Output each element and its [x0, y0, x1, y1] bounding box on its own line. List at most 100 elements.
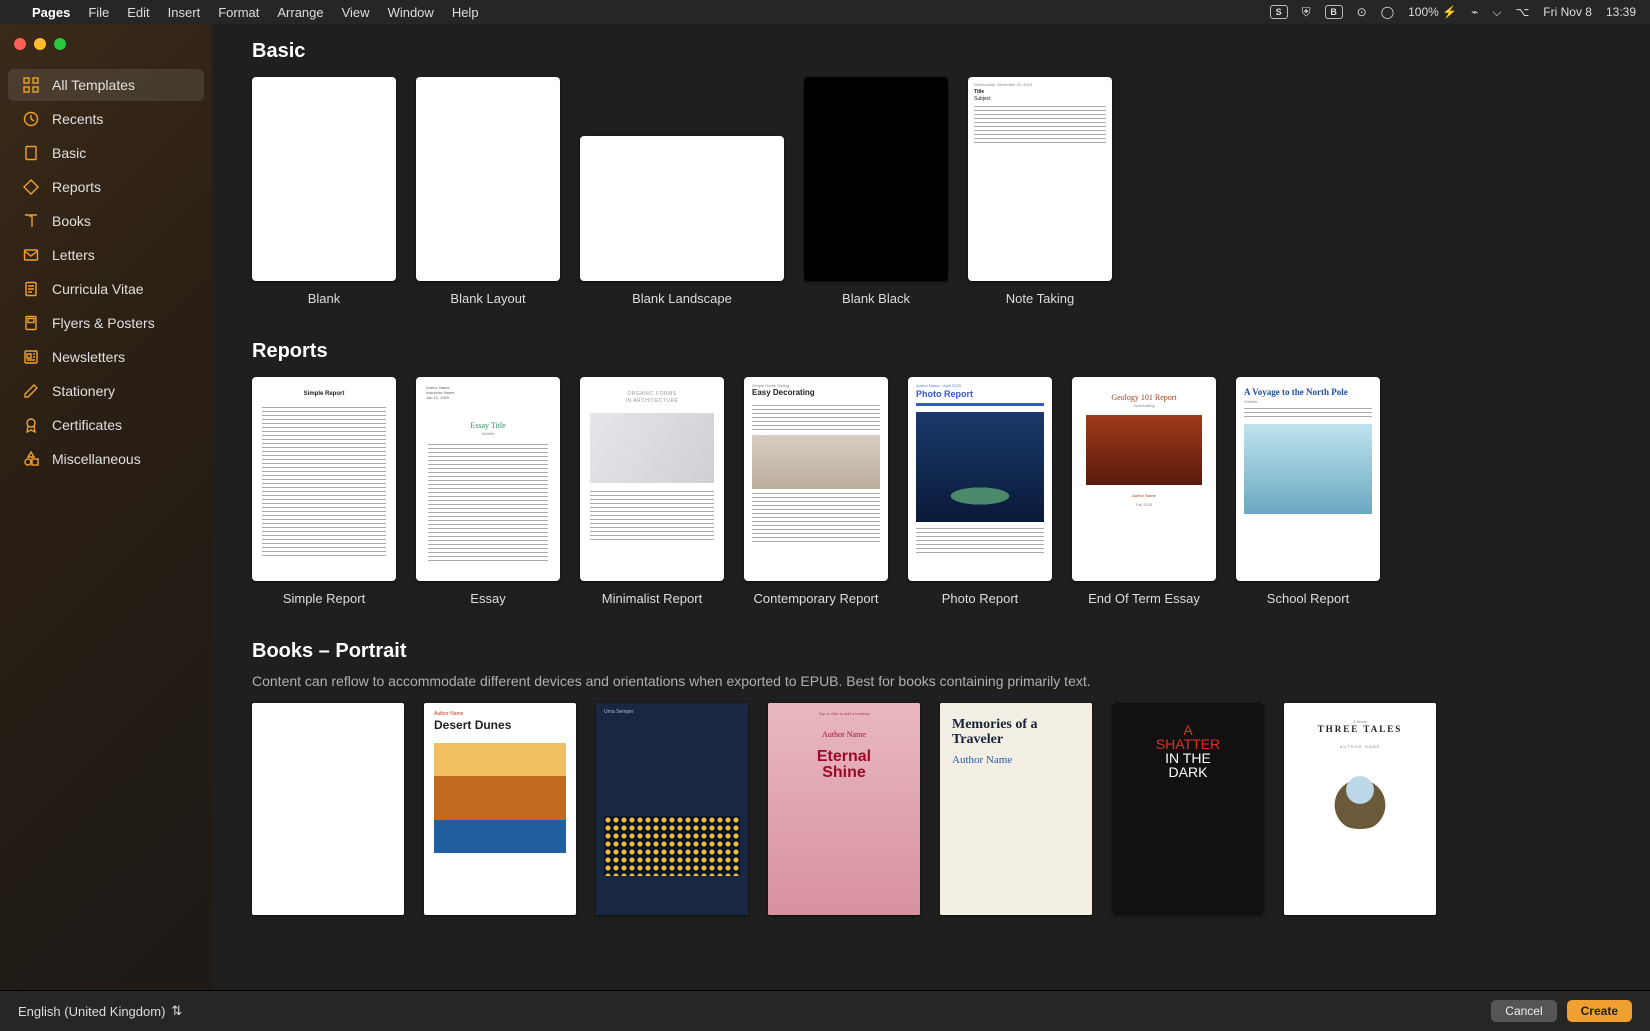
- template-label: Simple Report: [283, 591, 365, 606]
- sidebar-item-label: Curricula Vitae: [52, 281, 144, 297]
- template-book-three-tales[interactable]: A Novel THREE TALES AUTHOR NAME: [1284, 703, 1436, 915]
- sidebar-item-label: Basic: [52, 145, 86, 161]
- create-button[interactable]: Create: [1567, 1000, 1632, 1022]
- sidebar-item-miscellaneous[interactable]: Miscellaneous: [8, 443, 204, 475]
- app-name[interactable]: Pages: [32, 5, 70, 20]
- document-lines-icon: [22, 280, 40, 298]
- template-note-taking[interactable]: Wednesday, December 20, 2023 Title Subje…: [968, 77, 1112, 306]
- template-book-memories[interactable]: Memories of a Traveler Author Name: [940, 703, 1092, 915]
- template-label: End Of Term Essay: [1088, 591, 1200, 606]
- template-contemporary-report[interactable]: Simple Home Styling Easy Decorating Cont…: [744, 377, 888, 606]
- menu-file[interactable]: File: [88, 5, 109, 20]
- menubar-date[interactable]: Fri Nov 8: [1543, 5, 1592, 19]
- menu-window[interactable]: Window: [388, 5, 434, 20]
- template-thumb: Memories of a Traveler Author Name: [940, 703, 1092, 915]
- sidebar-item-label: Reports: [52, 179, 101, 195]
- template-essay[interactable]: Author NameInstructor NameJan 10, 2025 E…: [416, 377, 560, 606]
- play-icon[interactable]: ⊙: [1357, 5, 1367, 19]
- sidebar-item-reports[interactable]: Reports: [8, 171, 204, 203]
- menu-help[interactable]: Help: [452, 5, 479, 20]
- sidebar-item-books[interactable]: Books: [8, 205, 204, 237]
- template-blank-layout[interactable]: Blank Layout: [416, 77, 560, 306]
- menu-view[interactable]: View: [342, 5, 370, 20]
- template-thumb: [416, 77, 560, 281]
- menu-arrange[interactable]: Arrange: [277, 5, 323, 20]
- status-b-icon[interactable]: B: [1325, 5, 1343, 19]
- sidebar-item-flyers[interactable]: Flyers & Posters: [8, 307, 204, 339]
- language-selector[interactable]: English (United Kingdom) ⇅: [18, 1003, 182, 1019]
- template-label: Contemporary Report: [754, 591, 879, 606]
- section-subtitle-books: Content can reflow to accommodate differ…: [252, 673, 1650, 689]
- footer: English (United Kingdom) ⇅ Cancel Create: [0, 990, 1650, 1031]
- sidebar-item-label: All Templates: [52, 77, 135, 93]
- template-thumb: Urna Semper: [596, 703, 748, 915]
- template-simple-report[interactable]: Simple Report Simple Report: [252, 377, 396, 606]
- zoom-window-button[interactable]: [54, 38, 66, 50]
- sidebar-item-certificates[interactable]: Certificates: [8, 409, 204, 441]
- sidebar-item-label: Flyers & Posters: [52, 315, 155, 331]
- sidebar-item-letters[interactable]: Letters: [8, 239, 204, 271]
- template-end-of-term-essay[interactable]: Geology 101 Report Subheading Author Nam…: [1072, 377, 1216, 606]
- template-book-urna[interactable]: Urna Semper: [596, 703, 748, 915]
- template-book-shatter[interactable]: A SHATTER IN THE DARK: [1112, 703, 1264, 915]
- window-controls: [0, 34, 212, 68]
- bluetooth-icon[interactable]: ⌁: [1471, 5, 1478, 19]
- sidebar-item-stationery[interactable]: Stationery: [8, 375, 204, 407]
- template-thumb: Author Name · April 2025 Photo Report: [908, 377, 1052, 581]
- shield-icon[interactable]: ⛨: [1302, 5, 1311, 20]
- sidebar-item-all-templates[interactable]: All Templates: [8, 69, 204, 101]
- section-title-basic: Basic: [252, 40, 1650, 63]
- language-label: English (United Kingdom): [18, 1004, 165, 1019]
- template-thumb: [804, 77, 948, 281]
- diamond-icon: [22, 178, 40, 196]
- template-thumb: A Voyage to the North Pole Subtitle: [1236, 377, 1380, 581]
- menu-insert[interactable]: Insert: [168, 5, 201, 20]
- template-minimalist-report[interactable]: ORGANIC FORMSIN ARCHITECTURE Minimalist …: [580, 377, 724, 606]
- template-label: Blank Landscape: [632, 291, 732, 306]
- template-thumb: Wednesday, December 20, 2023 Title Subje…: [968, 77, 1112, 281]
- template-school-report[interactable]: A Voyage to the North Pole Subtitle Scho…: [1236, 377, 1380, 606]
- sidebar-item-basic[interactable]: Basic: [8, 137, 204, 169]
- sidebar-item-recents[interactable]: Recents: [8, 103, 204, 135]
- template-label: Blank Black: [842, 291, 910, 306]
- newspaper-icon: [22, 348, 40, 366]
- cancel-button[interactable]: Cancel: [1491, 1000, 1556, 1022]
- template-thumb: A Novel THREE TALES AUTHOR NAME: [1284, 703, 1436, 915]
- template-blank[interactable]: Blank: [252, 77, 396, 306]
- control-center-icon[interactable]: ⌥: [1515, 5, 1529, 19]
- template-thumb: Geology 101 Report Subheading Author Nam…: [1072, 377, 1216, 581]
- wifi-icon[interactable]: ⌵: [1492, 5, 1501, 20]
- template-photo-report[interactable]: Author Name · April 2025 Photo Report Ph…: [908, 377, 1052, 606]
- template-thumb: Tap or click to add a heading Author Nam…: [768, 703, 920, 915]
- close-window-button[interactable]: [14, 38, 26, 50]
- menu-edit[interactable]: Edit: [127, 5, 149, 20]
- sidebar-item-cv[interactable]: Curricula Vitae: [8, 273, 204, 305]
- template-blank-landscape[interactable]: Blank Landscape: [580, 77, 784, 306]
- template-thumb: [580, 136, 784, 281]
- template-grid[interactable]: Basic Blank Blank Layout Blank Landscape…: [212, 24, 1650, 990]
- menu-format[interactable]: Format: [218, 5, 259, 20]
- clock-icon: [22, 110, 40, 128]
- template-thumb: Simple Home Styling Easy Decorating: [744, 377, 888, 581]
- battery-status[interactable]: 100% ⚡: [1408, 5, 1457, 19]
- template-label: Blank: [308, 291, 341, 306]
- chevron-updown-icon: ⇅: [171, 1003, 182, 1019]
- ribbon-icon: [22, 416, 40, 434]
- sidebar: All Templates Recents Basic Reports Book…: [0, 24, 212, 990]
- page-icon: [22, 144, 40, 162]
- template-thumb: [252, 77, 396, 281]
- template-book-desert-dunes[interactable]: Author Name Desert Dunes: [424, 703, 576, 915]
- status-s-icon[interactable]: S: [1270, 5, 1288, 19]
- circle-icon[interactable]: ◯: [1381, 5, 1394, 19]
- menubar-time[interactable]: 13:39: [1606, 5, 1636, 19]
- template-blank-black[interactable]: Blank Black: [804, 77, 948, 306]
- minimize-window-button[interactable]: [34, 38, 46, 50]
- sidebar-item-newsletters[interactable]: Newsletters: [8, 341, 204, 373]
- template-thumb: Simple Report: [252, 377, 396, 581]
- sidebar-item-label: Newsletters: [52, 349, 125, 365]
- template-book-blank[interactable]: [252, 703, 404, 915]
- template-thumb: [252, 703, 404, 915]
- template-book-eternal-shine[interactable]: Tap or click to add a heading Author Nam…: [768, 703, 920, 915]
- sidebar-item-label: Recents: [52, 111, 103, 127]
- section-title-reports: Reports: [252, 340, 1650, 363]
